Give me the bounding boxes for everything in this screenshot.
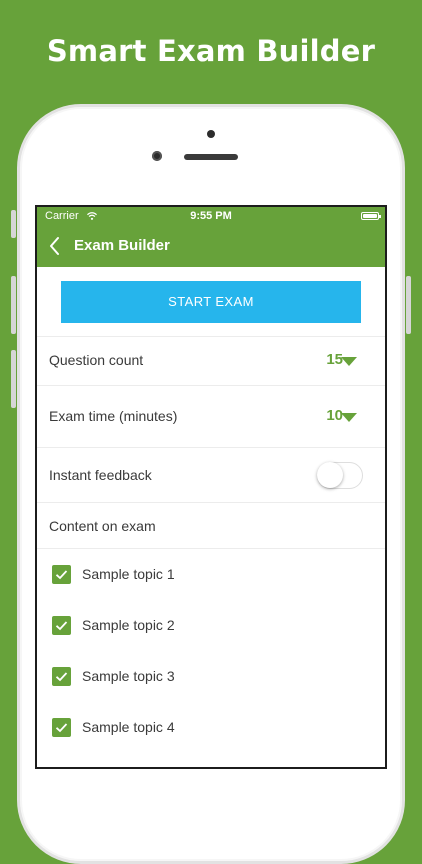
phone-power-button: [406, 276, 411, 334]
checkbox-checked-icon[interactable]: [52, 667, 71, 686]
phone-volume-down: [11, 350, 16, 408]
checkbox-checked-icon[interactable]: [52, 616, 71, 635]
back-chevron-icon[interactable]: [47, 235, 63, 257]
exam-time-dropdown-icon[interactable]: [341, 413, 357, 422]
question-count-label: Question count: [49, 352, 144, 368]
phone-screen: Carrier 9:55 PM Exam Builder START EXAM …: [35, 205, 387, 769]
nav-bar: Exam Builder: [37, 226, 385, 267]
earpiece-speaker: [184, 154, 238, 160]
topic-label: Sample topic 1: [82, 566, 175, 582]
topic-label: Sample topic 3: [82, 668, 175, 684]
content-header-row: Content on exam: [37, 503, 385, 549]
topic-label: Sample topic 4: [82, 719, 175, 735]
topic-item[interactable]: Sample topic 3: [37, 651, 385, 702]
exam-time-row[interactable]: Exam time (minutes) 10: [37, 386, 385, 448]
topic-item[interactable]: Sample topic 4: [37, 702, 385, 753]
front-camera-icon: [152, 151, 162, 161]
start-exam-section: START EXAM: [37, 267, 385, 337]
status-time: 9:55 PM: [190, 210, 232, 222]
phone-volume-up: [11, 276, 16, 334]
promo-headline: Smart Exam Builder: [46, 34, 376, 68]
checkbox-checked-icon[interactable]: [52, 718, 71, 737]
instant-feedback-label: Instant feedback: [49, 467, 152, 483]
topic-item[interactable]: Sample topic 2: [37, 600, 385, 651]
proximity-sensor: [207, 130, 215, 138]
instant-feedback-row: Instant feedback: [37, 448, 385, 503]
question-count-dropdown-icon[interactable]: [341, 357, 357, 366]
nav-title: Exam Builder: [74, 237, 170, 254]
topic-item[interactable]: Sample topic 1: [37, 549, 385, 600]
question-count-row[interactable]: Question count 15: [37, 337, 385, 386]
toggle-knob: [317, 462, 343, 488]
start-exam-button[interactable]: START EXAM: [61, 281, 361, 323]
phone-silent-switch: [11, 210, 16, 238]
battery-icon: [361, 212, 381, 220]
instant-feedback-toggle[interactable]: [317, 462, 363, 489]
checkbox-checked-icon[interactable]: [52, 565, 71, 584]
content-header-label: Content on exam: [49, 518, 156, 534]
status-bar: Carrier 9:55 PM: [37, 207, 385, 226]
topic-label: Sample topic 2: [82, 617, 175, 633]
exam-time-label: Exam time (minutes): [49, 408, 178, 424]
